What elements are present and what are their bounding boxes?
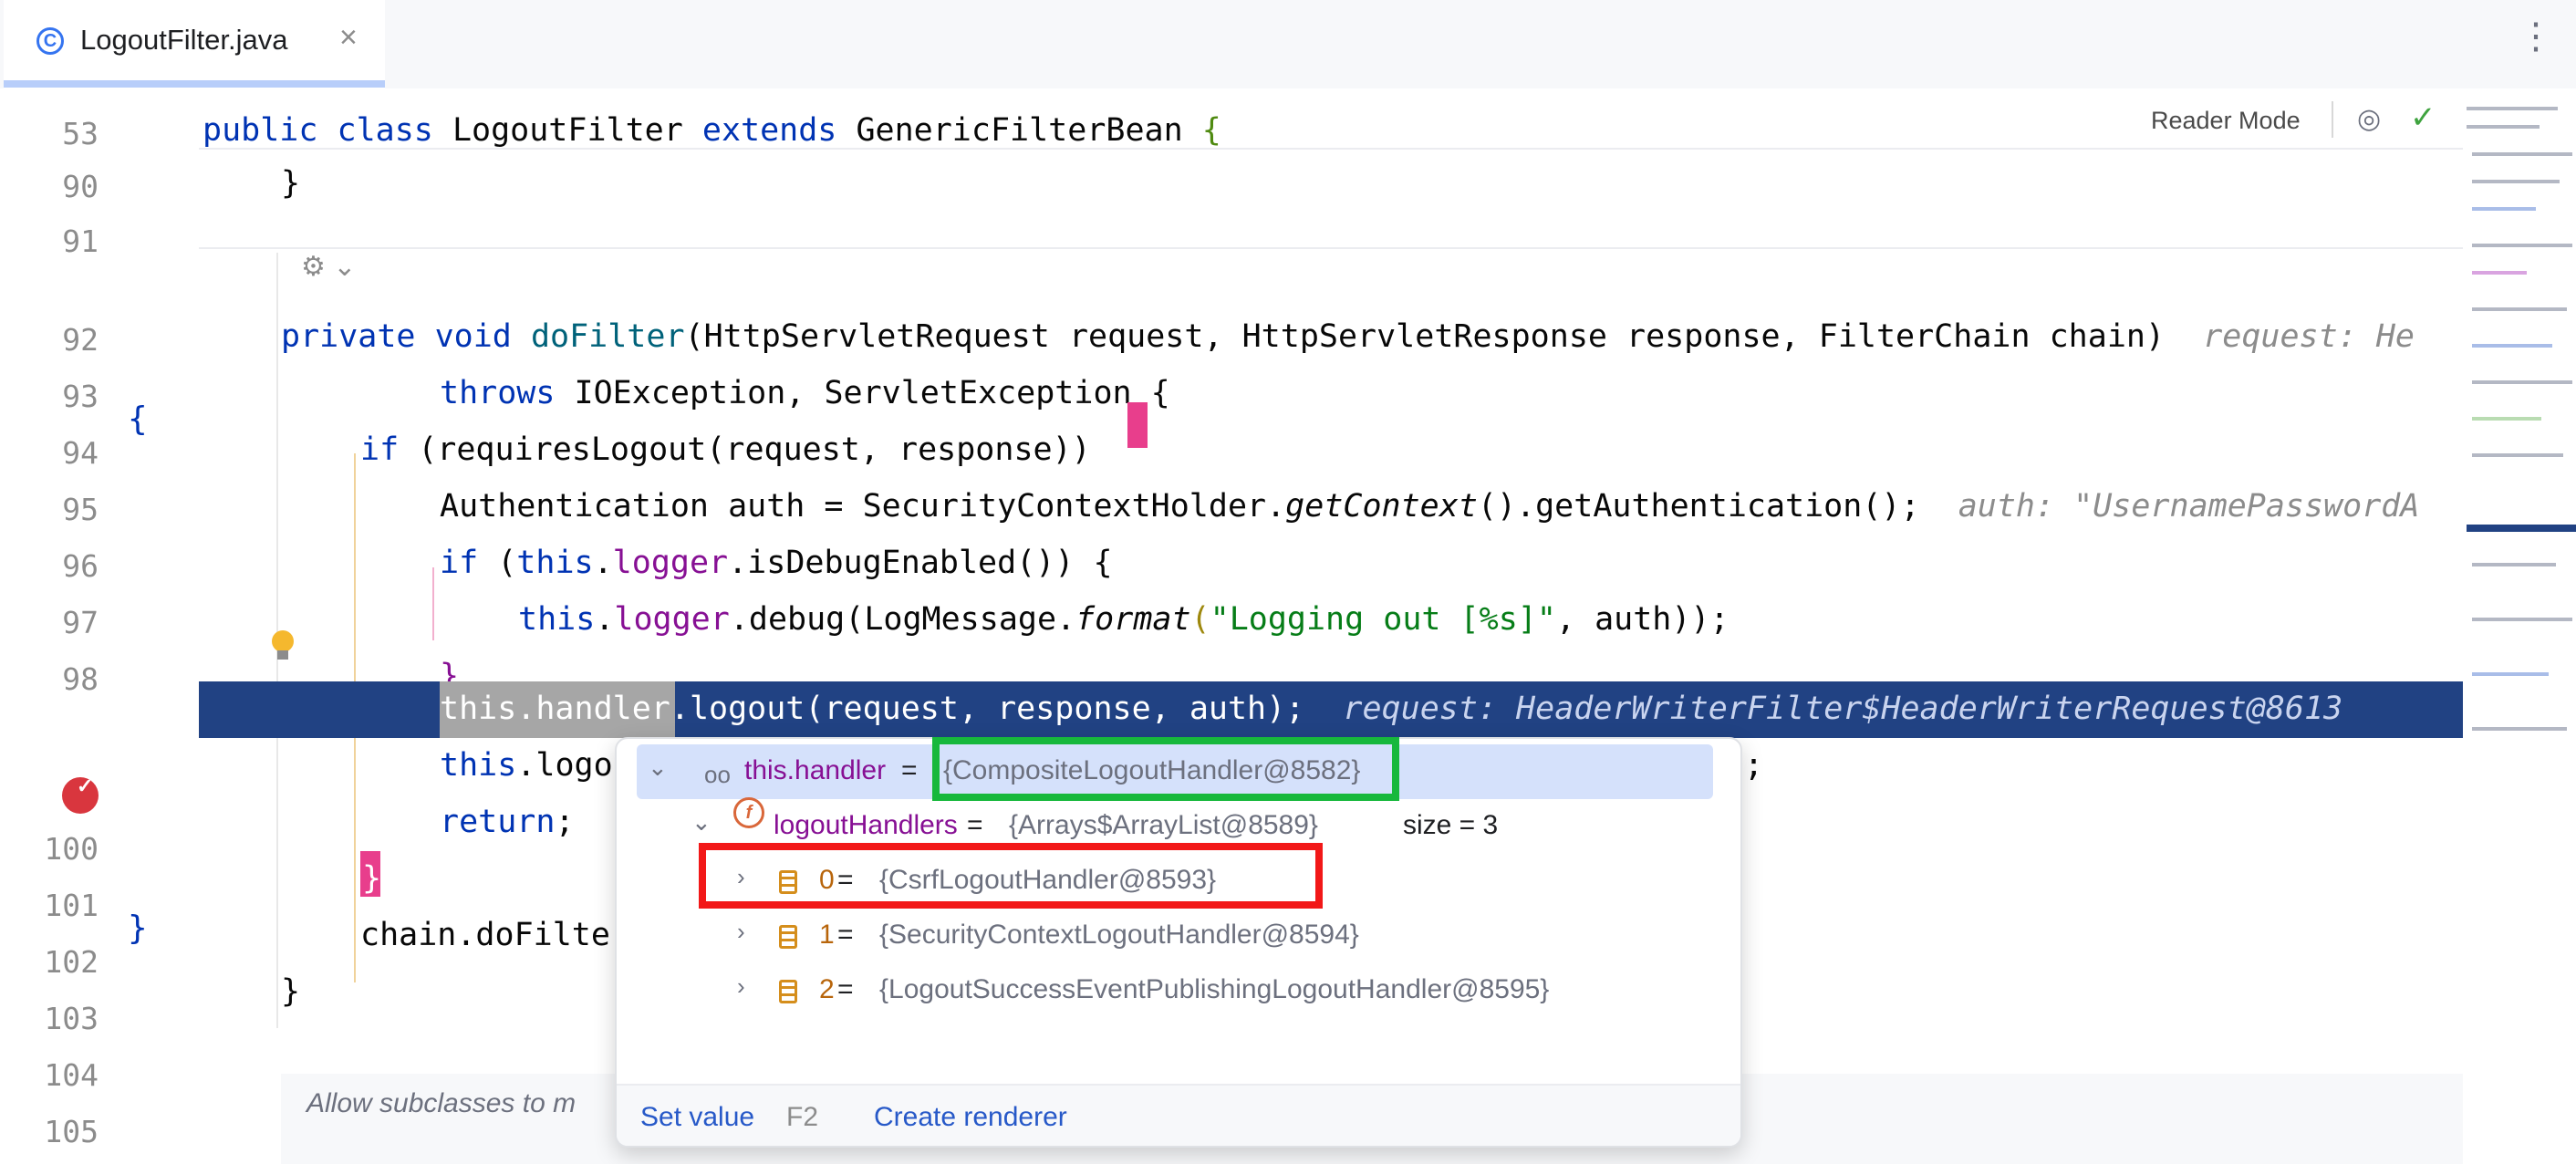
- line-number: 103: [44, 1001, 99, 1036]
- tree-row-item-2[interactable]: › 2 = {LogoutSuccessEventPublishingLogou…: [617, 963, 1740, 1018]
- minimap[interactable]: [2463, 88, 2576, 818]
- watch-glasses-icon: oo: [704, 761, 731, 788]
- code-line-99: this.handler.logout(request, response, a…: [440, 691, 2343, 727]
- chevron-right-icon[interactable]: ›: [737, 972, 745, 1001]
- line-number: 102: [44, 944, 99, 980]
- code-line-103: chain.doFilte: [360, 917, 610, 953]
- line-number: 105: [44, 1114, 99, 1149]
- array-element-icon: [779, 925, 797, 949]
- equals-sign: =: [967, 810, 983, 840]
- fold-brace-open[interactable]: {: [128, 400, 148, 438]
- code-line-93: throws IOException, ServletException {: [440, 375, 1170, 411]
- lightbulb-icon[interactable]: [272, 630, 294, 652]
- close-icon[interactable]: ×: [339, 20, 358, 56]
- annotation-highlight-red: [699, 843, 1323, 909]
- code-line-100: this.logo: [440, 747, 613, 784]
- more-icon[interactable]: ⋮: [2518, 18, 2554, 55]
- code-line-100-tail: ;: [1744, 747, 1764, 784]
- popup-footer: Set value F2 Create renderer: [617, 1084, 1740, 1146]
- code-line-94: if (requiresLogout(request, response)): [360, 431, 1110, 468]
- eye-off-icon[interactable]: ◎: [2357, 103, 2381, 135]
- equals-sign: =: [837, 920, 854, 950]
- class-icon: C: [36, 27, 64, 55]
- breakpoint-check-icon: ✓: [77, 774, 94, 797]
- line-number: 96: [62, 548, 99, 584]
- variable-value: {SecurityContextLogoutHandler@8594}: [879, 920, 1359, 950]
- fold-brace-close[interactable]: }: [128, 909, 148, 947]
- line-number: 92: [62, 322, 99, 358]
- tab-label: LogoutFilter.java: [80, 24, 288, 56]
- code-line-102: }: [362, 860, 382, 897]
- line-number: 90: [62, 169, 99, 204]
- tree-row-item-1[interactable]: › 1 = {SecurityContextLogoutHandler@8594…: [617, 909, 1740, 963]
- ai-assistant-icon[interactable]: ⚙ ⌄: [301, 251, 356, 283]
- chevron-down-icon[interactable]: ⌄: [648, 753, 668, 782]
- code-line-104: }: [281, 973, 301, 1010]
- line-number: 93: [62, 379, 99, 414]
- lightbulb-stem: [277, 650, 288, 660]
- line-number: 53: [62, 116, 99, 151]
- code-line-96: if (this.logger.isDebugEnabled()) {: [440, 545, 1113, 581]
- code-line-53: public class LogoutFilter extends Generi…: [203, 112, 1221, 149]
- doc-comment-text: Allow subclasses to m: [306, 1088, 576, 1118]
- chevron-down-icon[interactable]: ⌄: [691, 808, 712, 837]
- variable-name: logoutHandlers: [774, 810, 958, 840]
- code-line-97: this.logger.debug(LogMessage.format("Log…: [518, 601, 1729, 638]
- check-icon[interactable]: ✓: [2410, 99, 2436, 136]
- gutter: 53 90 91 92 93 94 95 96 97 98 100 101 10…: [0, 88, 199, 1164]
- indent-guide: [432, 567, 434, 640]
- item-index: 1: [819, 920, 835, 950]
- annotation-highlight-green: [932, 737, 1399, 801]
- line-number: 104: [44, 1057, 99, 1093]
- code-line-92: private void doFilter(HttpServletRequest…: [281, 318, 2415, 355]
- divider: [2332, 101, 2333, 138]
- matched-brace-highlight: [1127, 402, 1148, 448]
- array-element-icon: [779, 980, 797, 1003]
- set-value-link[interactable]: Set value: [640, 1102, 754, 1133]
- active-tab-indicator: [4, 80, 385, 88]
- line-number: 94: [62, 435, 99, 471]
- field-icon: f: [733, 797, 764, 828]
- line-number: 101: [44, 888, 99, 923]
- line-number: 91: [62, 223, 99, 259]
- editor-tab-bar: C LogoutFilter.java × ⋮: [0, 0, 2576, 90]
- variable-value: {LogoutSuccessEventPublishingLogoutHandl…: [879, 974, 1550, 1004]
- code-line-90: }: [281, 165, 301, 202]
- method-divider: [199, 247, 2463, 249]
- equals-sign: =: [901, 755, 918, 785]
- line-number: 100: [44, 831, 99, 867]
- line-number: 95: [62, 492, 99, 527]
- code-line-101: return;: [440, 804, 575, 840]
- item-index: 2: [819, 974, 835, 1004]
- variable-value: {Arrays$ArrayList@8589}: [1009, 810, 1318, 840]
- code-line-95: Authentication auth = SecurityContextHol…: [440, 488, 2420, 525]
- variable-name: this.handler: [744, 755, 887, 785]
- equals-sign: =: [837, 974, 854, 1004]
- line-number: 98: [62, 661, 99, 697]
- line-number: 97: [62, 605, 99, 640]
- tab-logoutfilter-java[interactable]: C LogoutFilter.java ×: [4, 0, 385, 88]
- create-renderer-link[interactable]: Create renderer: [874, 1102, 1067, 1133]
- set-value-shortcut: F2: [786, 1102, 819, 1132]
- chevron-right-icon[interactable]: ›: [737, 918, 745, 946]
- reader-mode-button[interactable]: Reader Mode: [2151, 107, 2301, 135]
- collection-size: size = 3: [1403, 810, 1499, 840]
